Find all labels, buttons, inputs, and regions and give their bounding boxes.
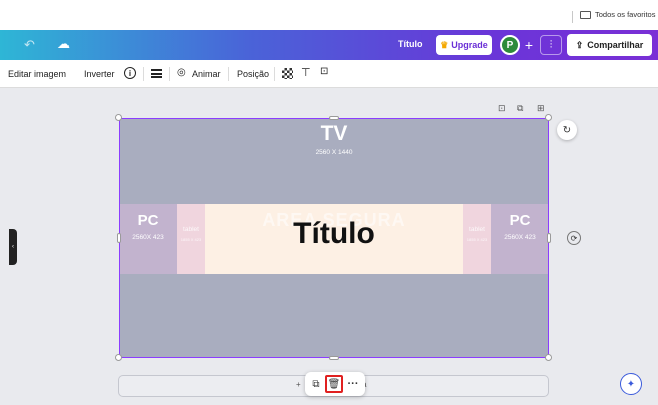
info-icon[interactable]: i — [124, 67, 136, 79]
resize-handle-right[interactable] — [547, 233, 551, 243]
all-favorites-link[interactable]: Todos os favoritos — [595, 10, 655, 19]
upgrade-button[interactable]: ♛ Upgrade — [436, 35, 492, 55]
resize-handle-left[interactable] — [117, 233, 121, 243]
edit-image-button[interactable]: Editar imagem — [8, 69, 66, 79]
position-button[interactable]: Posição — [237, 69, 269, 79]
selection-frame — [119, 118, 549, 358]
resize-handle-top[interactable] — [329, 116, 339, 120]
notes-text-left: + — [296, 380, 301, 389]
bookmark-separator — [572, 11, 573, 23]
flip-button[interactable]: Inverter — [84, 69, 115, 79]
crown-icon: ♛ — [440, 39, 449, 50]
more-options-icon[interactable]: ··· — [346, 377, 360, 391]
paint-roller-icon[interactable]: ⊤ — [301, 66, 311, 79]
share-label: Compartilhar — [587, 40, 644, 50]
folder-icon — [580, 11, 591, 19]
bar-chart-icon: ⫶ — [549, 38, 553, 51]
lock-element-icon[interactable]: ⊡ — [498, 103, 506, 114]
transparency-icon[interactable] — [282, 68, 293, 79]
avatar[interactable]: P — [500, 35, 520, 55]
bookmark-bar: Todos os favoritos — [0, 0, 658, 30]
side-panel-toggle[interactable]: ‹ — [9, 229, 17, 265]
lock-icon[interactable]: ⊡ — [320, 66, 328, 77]
border-style-icon[interactable] — [151, 69, 162, 78]
refresh-icon[interactable]: ↻ — [557, 120, 577, 140]
trash-icon[interactable]: 🗑 — [325, 375, 343, 393]
share-button[interactable]: ⇪ Compartilhar — [567, 34, 652, 56]
share-upload-icon: ⇪ — [575, 39, 584, 50]
toolbar-divider — [274, 67, 275, 81]
resize-handle-top-right[interactable] — [545, 114, 552, 121]
duplicate-page-icon[interactable]: ⧉ — [517, 103, 523, 114]
rotate-icon[interactable]: ⟳ — [567, 231, 581, 245]
add-collaborator-button[interactable]: + — [520, 35, 538, 55]
toolbar-divider — [143, 67, 144, 81]
insights-button[interactable]: ⫶ — [540, 35, 562, 55]
resize-handle-top-left[interactable] — [115, 114, 122, 121]
resize-handle-bottom-right[interactable] — [545, 354, 552, 361]
resize-handle-bottom[interactable] — [329, 356, 339, 360]
cloud-check-icon[interactable]: ☁ — [57, 36, 70, 52]
add-page-icon[interactable]: ⊞ — [537, 103, 545, 114]
magic-sparkle-icon[interactable]: ✦ — [620, 373, 642, 395]
toolbar-divider — [169, 67, 170, 81]
undo-icon[interactable]: ↶ — [24, 37, 35, 53]
design-title[interactable]: Título — [398, 39, 423, 49]
toolbar-divider — [228, 67, 229, 81]
animate-button[interactable]: Animar — [192, 69, 221, 79]
copy-icon[interactable]: ⧉ — [309, 377, 323, 391]
resize-handle-bottom-left[interactable] — [115, 354, 122, 361]
animate-icon: ◎ — [177, 67, 186, 78]
upgrade-label: Upgrade — [451, 40, 488, 50]
